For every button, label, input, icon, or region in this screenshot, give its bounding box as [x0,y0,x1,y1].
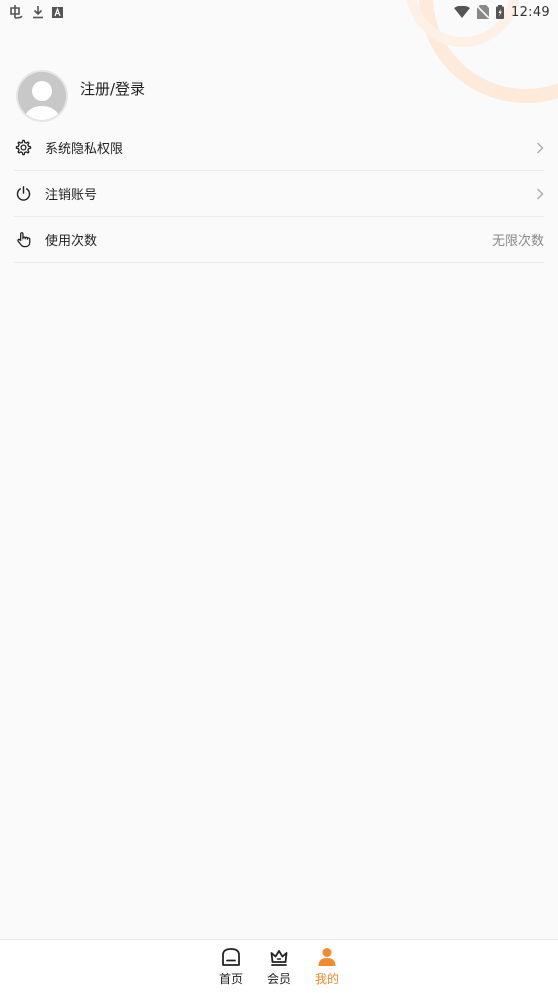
menu-item-trailing [536,142,544,154]
nav-label: 会员 [266,972,291,986]
nav-item-mine[interactable]: 我的 [313,946,341,993]
default-avatar-icon [18,72,66,120]
menu-item-delete-account[interactable]: 注销账号 [14,171,544,217]
nav-item-membership[interactable]: 会员 [265,946,293,993]
home-icon [220,946,242,968]
chevron-right-icon [537,142,544,153]
menu-item-label: 系统隐私权限 [45,142,124,157]
menu-item-trailing [536,188,544,200]
chevron-right-icon [537,188,544,199]
nav-label: 我的 [314,972,339,986]
avatar[interactable] [16,70,68,122]
menu-item-label: 使用次数 [45,234,98,249]
menu-item-privacy-permissions[interactable]: 系统隐私权限 [14,125,544,171]
status-time: 12:49 [511,4,550,20]
wifi-icon [454,6,471,18]
status-bar: 12:49 [0,0,558,24]
menu-item-trailing: 无限次数 [492,230,544,249]
gear-icon [14,139,32,157]
login-register-link[interactable]: 注册/登录 [80,78,145,99]
settings-menu: 系统隐私权限 注销账号 使用次数 无限次数 [14,125,544,263]
nav-item-home[interactable]: 首页 [217,946,245,993]
status-left [8,5,63,19]
no-sim-icon [477,5,490,19]
hand-pointer-icon [14,231,32,249]
usage-count-value: 无限次数 [491,234,544,249]
app-notification-icon [8,5,24,19]
download-icon [32,5,44,19]
a-box-icon [52,6,63,18]
status-right: 12:49 [454,5,550,20]
menu-item-label: 注销账号 [45,188,98,203]
profile-header[interactable]: 注册/登录 [16,70,145,122]
nav-label: 首页 [218,972,243,986]
user-icon [316,946,338,968]
menu-item-usage-count[interactable]: 使用次数 无限次数 [14,217,544,263]
battery-charging-icon [496,5,505,19]
power-icon [14,185,32,203]
crown-icon [268,946,290,968]
bottom-nav: 首页 会员 我的 [0,939,558,993]
